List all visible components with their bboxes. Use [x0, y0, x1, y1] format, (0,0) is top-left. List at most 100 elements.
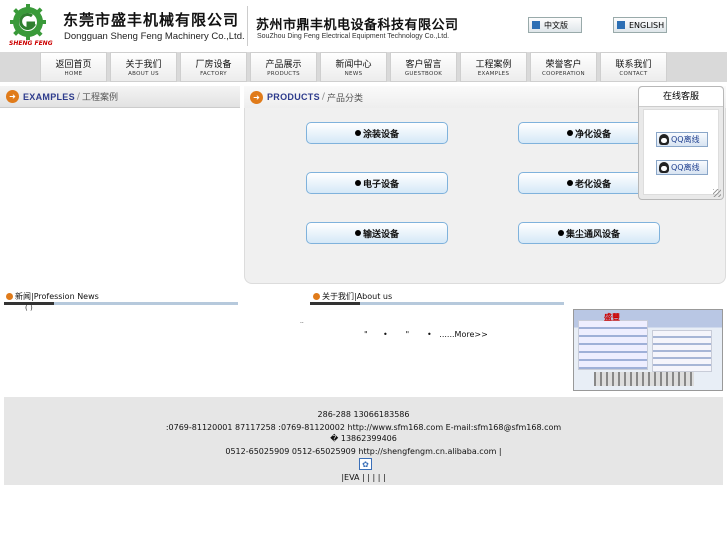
nav-label-en: GUESTBOOK [404, 71, 443, 77]
flag-icon [532, 21, 540, 29]
nav-about-us[interactable]: 关于我们 ABOUT US [110, 52, 177, 82]
site-footer: 286-288 13066183586 :0769-81120001 87117… [4, 397, 723, 485]
nav-label-en: CONTACT [619, 71, 648, 77]
gate-shape [594, 372, 694, 386]
site-header: SHENG FENG 东莞市盛丰机械有限公司 Dongguan Sheng Fe… [0, 0, 727, 52]
nav-label-cn: 新闻中心 [335, 60, 372, 70]
company1-name-cn: 东莞市盛丰机械有限公司 [63, 11, 240, 29]
nav-contact[interactable]: 联系我们 CONTACT [600, 52, 667, 82]
category-label: 老化设备 [574, 179, 611, 190]
category-coating-button[interactable]: 涂装设备 [306, 122, 448, 144]
title-separator: / [76, 91, 80, 102]
about-underline [310, 302, 564, 305]
building-shape [652, 330, 712, 372]
qq-label: QQ离线 [671, 163, 700, 172]
online-service-body: QQ离线 QQ离线 [643, 109, 719, 195]
factory-photo: 盛豐 [573, 309, 723, 391]
nav-products[interactable]: 产品展示 PRODUCTS [250, 52, 317, 82]
nav-label-cn: 工程案例 [475, 60, 512, 70]
nav-examples[interactable]: 工程案例 EXAMPLES [460, 52, 527, 82]
nav-guestbook[interactable]: 客户留言 GUESTBOOK [390, 52, 457, 82]
online-service-title: 在线客服 [639, 87, 723, 107]
footer-contact-line[interactable]: :0769-81120001 87117258 :0769-81120002 h… [4, 423, 723, 432]
main-nav: 返回首页 HOME 关于我们 ABOUT US 厂房设备 FACTORY 产品展示 PR… [0, 52, 727, 82]
building-shape [578, 320, 648, 370]
chinese-version-label: 中文版 [544, 20, 568, 30]
about-dots: .. [300, 318, 304, 325]
products-title-cn: 产品分类 [326, 93, 363, 104]
category-label: 净化设备 [574, 129, 611, 140]
footer-links-line[interactable]: |EVA | | | | | [4, 473, 723, 482]
footer-phone-line: � 13862399406 [330, 434, 397, 443]
nav-label-en: ABOUT US [128, 71, 159, 77]
company2-name-cn: 苏州市鼎丰机电设备科技有限公司 [256, 18, 459, 33]
news-title[interactable]: 新闻|Profession News [15, 291, 99, 302]
qq-penguin-icon [659, 134, 669, 145]
nav-label-en: COOPERATION [542, 71, 585, 77]
footer-suzhou-line[interactable]: 0512-65025909 0512-65025909 http://sheng… [4, 447, 723, 456]
nav-label-cn: 返回首页 [55, 60, 92, 70]
bullet-icon [313, 292, 320, 300]
qq-penguin-icon [659, 162, 669, 173]
category-label: 输送设备 [362, 229, 399, 240]
category-label: 电子设备 [362, 179, 399, 190]
chinese-version-button[interactable]: 中文版 [528, 17, 582, 33]
nav-label-cn: 联系我们 [615, 60, 652, 70]
flag-icon [617, 21, 625, 29]
about-title[interactable]: 关于我们|About us [322, 291, 392, 302]
arrow-right-icon: ➜ [6, 90, 19, 103]
bullet-icon [6, 292, 13, 300]
bullet-icon [557, 230, 564, 236]
footer-address-line: 286-288 13066183586 [317, 410, 410, 419]
company2-name-en: SouZhou Ding Feng Electrical Equipment T… [257, 33, 450, 40]
arrow-right-icon: ➜ [250, 90, 263, 104]
paw-icon[interactable]: ✿ [359, 458, 372, 470]
news-list-item[interactable]: ( ) [25, 304, 33, 312]
nav-label-cn: 关于我们 [125, 60, 162, 70]
logo-text: SHENG FENG [9, 40, 53, 47]
category-dust-ventilation-button[interactable]: 集尘通风设备 [518, 222, 660, 244]
nav-label-cn: 荣誉客户 [545, 60, 582, 70]
products-title-en[interactable]: PRODUCTS [267, 92, 320, 102]
resize-grip-icon[interactable] [713, 189, 721, 197]
nav-label-cn: 产品展示 [265, 60, 302, 70]
nav-label-en: FACTORY [200, 71, 227, 77]
english-version-button[interactable]: ENGLISH [613, 17, 667, 33]
english-version-label: ENGLISH [629, 20, 665, 30]
nav-label-en: HOME [64, 71, 83, 77]
nav-factory[interactable]: 厂房设备 FACTORY [180, 52, 247, 82]
qq-offline-button-1[interactable]: QQ离线 [656, 132, 708, 147]
nav-cooperation[interactable]: 荣誉客户 COOPERATION [530, 52, 597, 82]
bullet-icon [566, 180, 573, 186]
about-more-link[interactable]: " • " • ......More>> [364, 330, 488, 339]
qq-label: QQ离线 [671, 135, 700, 144]
factory-sign: 盛豐 [604, 313, 620, 322]
category-electronics-button[interactable]: 电子设备 [306, 172, 448, 194]
news-section-header: 新闻|Profession News [0, 289, 240, 303]
about-section-header: 关于我们|About us [307, 289, 567, 303]
examples-title-en[interactable]: EXAMPLES [23, 92, 75, 102]
examples-title-cn: 工程案例 [81, 93, 118, 103]
qq-offline-button-2[interactable]: QQ离线 [656, 160, 708, 175]
nav-news[interactable]: 新闻中心 NEWS [320, 52, 387, 82]
online-service-widget: 在线客服 QQ离线 QQ离线 [638, 86, 724, 200]
bullet-icon [354, 130, 361, 136]
nav-label-cn: 厂房设备 [195, 60, 232, 70]
bullet-icon [354, 180, 361, 186]
nav-label-cn: 客户留言 [405, 60, 442, 70]
header-divider [247, 6, 248, 46]
category-label: 集尘通风设备 [565, 229, 620, 240]
nav-label-en: PRODUCTS [267, 71, 300, 77]
category-label: 涂装设备 [362, 129, 399, 140]
bullet-icon [566, 130, 573, 136]
gear-logo-icon[interactable] [6, 4, 50, 40]
bullet-icon [354, 230, 361, 236]
title-separator: / [321, 92, 325, 102]
nav-home[interactable]: 返回首页 HOME [40, 52, 107, 82]
news-underline [4, 302, 238, 305]
company1-name-en: Dongguan Sheng Feng Machinery Co.,Ltd. [64, 31, 245, 42]
category-conveyor-button[interactable]: 输送设备 [306, 222, 448, 244]
examples-header: ➜ EXAMPLES / 工程案例 [0, 86, 240, 108]
nav-label-en: NEWS [344, 71, 363, 77]
nav-label-en: EXAMPLES [477, 71, 510, 77]
